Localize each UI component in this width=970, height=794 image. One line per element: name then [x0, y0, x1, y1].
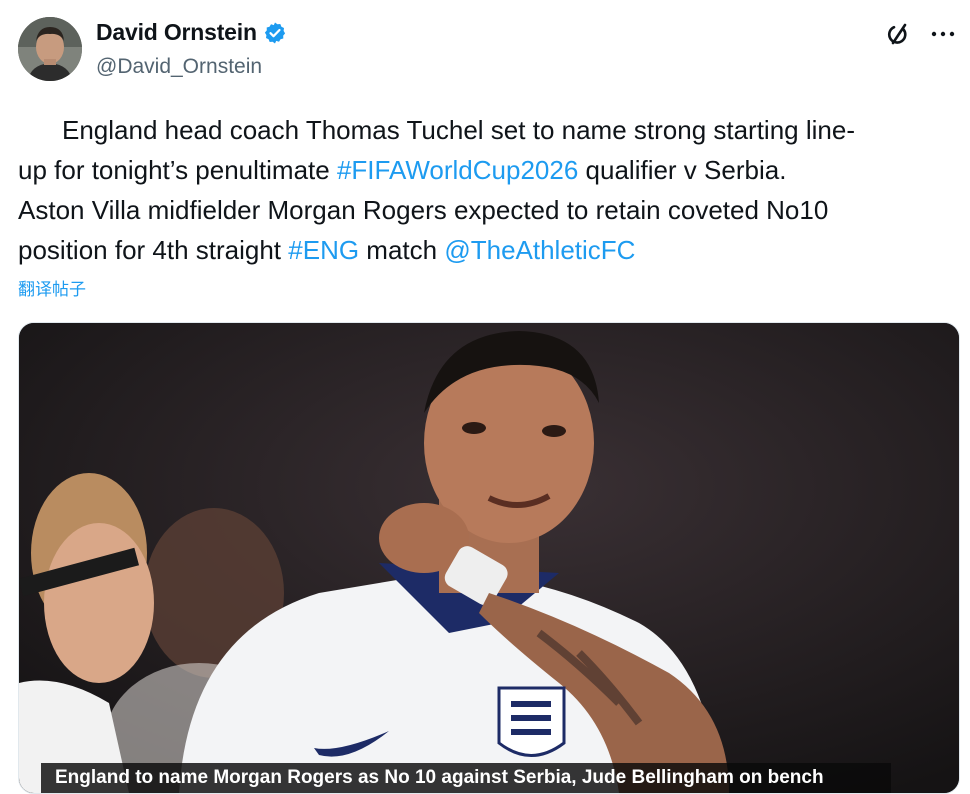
author-display-name[interactable]: David Ornstein	[96, 19, 257, 46]
grok-icon[interactable]	[884, 20, 912, 48]
mention-link[interactable]: @TheAthleticFC	[444, 235, 635, 265]
hashtag-fifa-link[interactable]: #FIFAWorldCup2026	[337, 155, 578, 185]
media-caption-bar: England to name Morgan Rogers as No 10 a…	[41, 763, 891, 793]
avatar[interactable]	[18, 17, 82, 81]
tweet-media[interactable]: England to name Morgan Rogers as No 10 a…	[18, 322, 960, 794]
author-handle[interactable]: @David_Ornstein	[96, 55, 262, 79]
tweet-text: England head coach Thomas Tuchel set to …	[18, 110, 958, 270]
media-caption: England to name Morgan Rogers as No 10 a…	[55, 767, 824, 788]
author-name-row: David Ornstein	[96, 19, 287, 46]
translate-post-link[interactable]: 翻译帖子	[18, 275, 86, 300]
more-icon[interactable]	[930, 29, 956, 39]
tweet-text-line3: Aston Villa midfielder Morgan Rogers exp…	[18, 195, 829, 225]
tweet-text-line2-post: qualifier v Serbia.	[578, 155, 787, 185]
avatar-image	[18, 17, 82, 81]
media-photo	[19, 323, 959, 793]
tweet-text-line1: England head coach Thomas Tuchel set to …	[62, 115, 855, 145]
tweet-text-line4-mid: match	[359, 235, 445, 265]
tweet-text-line2-pre: up for tonight’s penultimate	[18, 155, 337, 185]
hashtag-eng-link[interactable]: #ENG	[288, 235, 359, 265]
tweet-top-actions	[884, 20, 956, 48]
tweet-text-line4-pre: position for 4th straight	[18, 235, 289, 265]
verified-icon	[263, 21, 287, 45]
